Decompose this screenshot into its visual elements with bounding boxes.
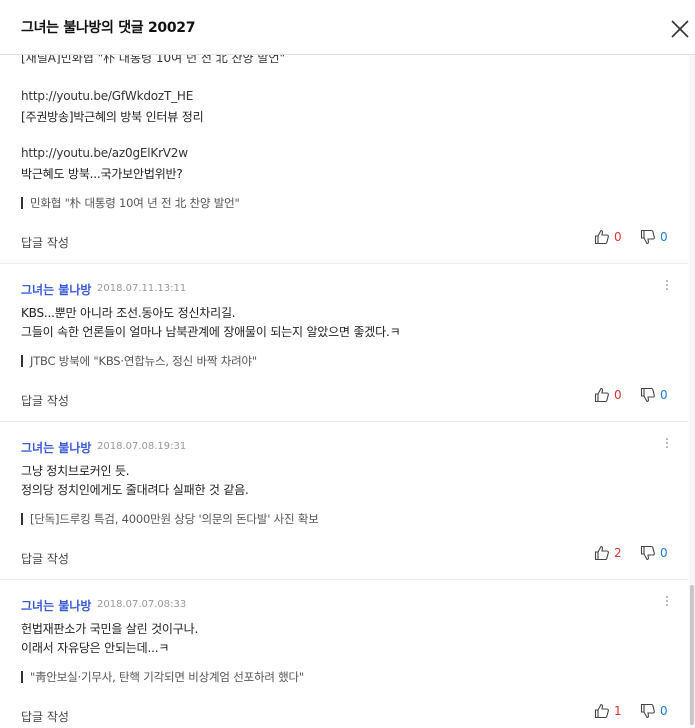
close-icon[interactable] (669, 18, 691, 40)
reply-button[interactable]: 답글 작성 (21, 392, 69, 409)
like-count: 1 (614, 704, 622, 718)
like-count: 0 (614, 388, 622, 402)
comment-date: 2018.07.08.19:31 (97, 441, 187, 452)
comment-date: 2018.07.07.08:33 (97, 599, 187, 610)
comment-text-line: 그냥 정치브로커인 듯. (21, 464, 130, 478)
comment-author[interactable]: 그녀는 불나방 (21, 597, 91, 614)
comment-text-line: KBS...뿐만 아니라 조선.동아도 정신차리길. (21, 306, 236, 320)
reply-button[interactable]: 답글 작성 (21, 708, 69, 725)
thumbs-down-icon (640, 703, 656, 719)
dislike-count: 0 (660, 388, 668, 402)
scrollbar-thumb[interactable] (690, 585, 694, 725)
comment-link[interactable]: http://youtu.be/GfWkdozT_HE (21, 89, 193, 103)
dislike-count: 0 (660, 704, 668, 718)
comment-link[interactable]: http://youtu.be/az0gElKrV2w (21, 146, 188, 160)
comment-text-line: [주권방송]박근혜의 방북 인터뷰 정리 (21, 110, 204, 124)
dislike-button[interactable]: 0 (640, 545, 668, 561)
more-vertical-icon[interactable]: · · · (664, 433, 670, 455)
reply-button[interactable]: 답글 작성 (21, 234, 69, 251)
comment-text-line: 정의당 정치인에게도 줄대려다 실패한 것 같음. (21, 483, 249, 497)
article-quote-link[interactable]: "靑안보실·기무사, 탄핵 기각되면 비상계엄 선포하려 했다" (21, 671, 304, 683)
thumbs-up-icon (594, 703, 610, 719)
dialog-header: 그녀는 불나방의 댓글 20027 (0, 0, 695, 55)
thumbs-up-icon (594, 387, 610, 403)
comment-text-line: 헌법재판소가 국민을 살린 것이구나. (21, 622, 199, 636)
dislike-button[interactable]: 0 (640, 387, 668, 403)
more-vertical-icon[interactable]: · · · (664, 275, 670, 297)
comment-date: 2018.07.11.13:11 (97, 283, 187, 294)
thumbs-down-icon (640, 229, 656, 245)
like-button[interactable]: 2 (594, 545, 622, 561)
like-button[interactable]: 0 (594, 387, 622, 403)
like-button[interactable]: 0 (594, 229, 622, 245)
dialog-title: 그녀는 불나방의 댓글 20027 (21, 20, 196, 36)
comment-text-line: 그들이 속한 언론들이 얼마나 남북관계에 장애물이 되는지 알았으면 좋겠다.… (21, 325, 401, 339)
article-quote-link[interactable]: [단독]드루킹 특검, 4000만원 상당 '의문의 돈다발' 사진 확보 (21, 513, 319, 525)
reply-button[interactable]: 답글 작성 (21, 550, 69, 567)
dislike-count: 0 (660, 230, 668, 244)
thumbs-up-icon (594, 229, 610, 245)
comment-list[interactable]: [채널A]민화협 "朴 대통령 10여 년 전 北 찬양 발언" http://… (0, 55, 688, 728)
like-count: 2 (614, 546, 622, 560)
dislike-button[interactable]: 0 (640, 703, 668, 719)
comment-item: 그녀는 불나방 2018.07.08.19:31 · · · 그냥 정치브로커인 듯… (0, 422, 688, 580)
comment-text-line: [채널A]민화협 "朴 대통령 10여 년 전 北 찬양 발언" (21, 55, 285, 65)
article-quote-link[interactable]: 민화협 "朴 대통령 10여 년 전 北 찬양 발언" (21, 197, 240, 209)
thumbs-up-icon (594, 545, 610, 561)
thumbs-down-icon (640, 387, 656, 403)
thumbs-down-icon (640, 545, 656, 561)
more-vertical-icon[interactable]: · · · (664, 591, 670, 613)
comment-author[interactable]: 그녀는 불나방 (21, 281, 91, 298)
dislike-count: 0 (660, 546, 668, 560)
comment-item: [채널A]민화협 "朴 대통령 10여 년 전 北 찬양 발언" http://… (0, 55, 688, 264)
comment-text-line: 박근혜도 방북...국가보안법위반? (21, 167, 183, 181)
comment-text-line: 이래서 자유당은 안되는데...ㅋ (21, 641, 170, 655)
article-quote-link[interactable]: JTBC 방북에 "KBS·연합뉴스, 정신 바짝 차려야" (21, 355, 257, 367)
dislike-button[interactable]: 0 (640, 229, 668, 245)
comment-item: 그녀는 불나방 2018.07.11.13:11 · · · KBS...뿐만 아니… (0, 264, 688, 422)
comment-author[interactable]: 그녀는 불나방 (21, 439, 91, 456)
comment-item: 그녀는 불나방 2018.07.07.08:33 · · · 헌법재판소가 국민을 … (0, 580, 688, 728)
like-button[interactable]: 1 (594, 703, 622, 719)
scrollbar[interactable] (689, 55, 695, 728)
like-count: 0 (614, 230, 622, 244)
